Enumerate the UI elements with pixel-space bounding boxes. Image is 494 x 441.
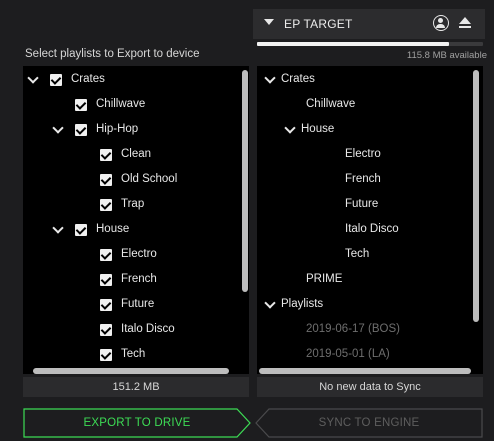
device-tree-label: French xyxy=(345,173,381,185)
playlist-checkbox[interactable] xyxy=(100,149,112,161)
library-tree-row[interactable]: House xyxy=(23,219,249,241)
device-tree-row[interactable]: Italo Disco xyxy=(257,219,483,241)
device-horizontal-scrollbar[interactable] xyxy=(259,368,471,374)
device-tree-row[interactable]: 2019-06-17 (BOS) xyxy=(257,319,483,341)
device-tree-row[interactable]: Chillwave xyxy=(257,94,483,116)
storage-usage-bar xyxy=(257,42,483,46)
library-tree-label: French xyxy=(121,273,157,285)
library-tree-row[interactable]: Crates xyxy=(23,69,249,91)
playlist-checkbox[interactable] xyxy=(100,249,112,261)
chevron-down-icon[interactable] xyxy=(28,74,38,84)
export-to-drive-button[interactable]: EXPORT TO DRIVE xyxy=(23,408,251,438)
device-tree-label: 2019-06-17 (BOS) xyxy=(306,323,400,335)
sync-button-label: SYNC TO ENGINE xyxy=(318,417,420,429)
library-tree-row[interactable]: Electro xyxy=(23,244,249,266)
device-tree-label: Chillwave xyxy=(306,98,356,110)
library-playlist-tree[interactable]: Crates Chillwave Hip-Hop Clean Old School Tra… xyxy=(23,66,249,374)
playlist-checkbox[interactable] xyxy=(75,224,87,236)
device-tree-label: Electro xyxy=(345,148,381,160)
playlist-checkbox[interactable] xyxy=(100,199,112,211)
export-button-label: EXPORT TO DRIVE xyxy=(83,417,191,429)
library-tree-label: Chillwave xyxy=(96,98,146,110)
device-tree-row[interactable]: 2019-05-01 (LA) xyxy=(257,344,483,366)
device-tree-row[interactable]: Crates xyxy=(257,69,483,91)
playlist-checkbox[interactable] xyxy=(75,124,87,136)
chevron-down-icon[interactable] xyxy=(53,224,63,234)
device-tree-label: PRIME xyxy=(306,273,343,285)
device-tree-row[interactable]: Future xyxy=(257,194,483,216)
device-tree-row[interactable]: House xyxy=(257,119,483,141)
library-tree-row[interactable]: Trap xyxy=(23,194,249,216)
chevron-down-icon[interactable] xyxy=(53,124,63,134)
device-tree-row[interactable]: French xyxy=(257,169,483,191)
eject-icon[interactable] xyxy=(459,17,471,29)
storage-available-label: 115.8 MB available xyxy=(406,50,487,61)
chevron-down-icon[interactable] xyxy=(285,124,295,134)
library-tree-label: Italo Disco xyxy=(121,323,175,335)
library-tree-label: Trap xyxy=(121,198,145,210)
device-tree-label: Future xyxy=(345,198,379,210)
export-size-label: 151.2 MB xyxy=(23,377,249,397)
library-tree-row[interactable]: Future xyxy=(23,294,249,316)
library-horizontal-scrollbar[interactable] xyxy=(33,368,229,374)
library-tree-label: Crates xyxy=(71,73,105,85)
playlist-checkbox[interactable] xyxy=(100,299,112,311)
device-tree-row[interactable]: Electro xyxy=(257,144,483,166)
device-playlist-tree[interactable]: Crates Chillwave House Electro French Future I… xyxy=(257,66,483,374)
chevron-down-icon[interactable] xyxy=(265,74,275,84)
device-tree-row[interactable]: Playlists xyxy=(257,294,483,316)
playlist-checkbox[interactable] xyxy=(100,274,112,286)
device-tree-row[interactable]: Tech xyxy=(257,244,483,266)
library-tree-row[interactable]: Clean xyxy=(23,144,249,166)
library-tree-row[interactable]: Chillwave xyxy=(23,94,249,116)
library-vertical-scrollbar[interactable] xyxy=(242,70,248,292)
library-tree-label: Old School xyxy=(121,173,178,185)
device-tree-row[interactable]: PRIME xyxy=(257,269,483,291)
device-tree-label: Playlists xyxy=(281,298,324,310)
playlist-checkbox[interactable] xyxy=(100,349,112,361)
playlist-checkbox[interactable] xyxy=(75,99,87,111)
library-tree-label: Future xyxy=(121,298,155,310)
playlist-checkbox[interactable] xyxy=(100,324,112,336)
device-tree-label: House xyxy=(301,123,335,135)
chevron-down-icon[interactable] xyxy=(265,299,275,309)
library-tree-row[interactable]: Tech xyxy=(23,344,249,366)
device-tree-label: Crates xyxy=(281,73,315,85)
playlist-checkbox[interactable] xyxy=(50,74,62,86)
library-tree-label: Hip-Hop xyxy=(96,123,139,135)
library-tree-label: House xyxy=(96,223,130,235)
device-vertical-scrollbar[interactable] xyxy=(473,70,479,322)
profile-icon[interactable] xyxy=(433,15,449,31)
device-tree-label: Italo Disco xyxy=(345,223,399,235)
storage-usage-fill xyxy=(257,42,450,46)
library-tree-row[interactable]: Hip-Hop xyxy=(23,119,249,141)
device-name[interactable]: EP TARGET xyxy=(284,17,353,31)
export-panel-title: Select playlists to Export to device xyxy=(25,48,200,60)
device-dropdown-caret-icon[interactable] xyxy=(264,19,274,25)
library-tree-label: Tech xyxy=(121,348,146,360)
sync-status-label: No new data to Sync xyxy=(257,377,483,397)
library-tree-label: Electro xyxy=(121,248,157,260)
library-tree-row[interactable]: Old School xyxy=(23,169,249,191)
device-tree-label: Tech xyxy=(345,248,370,260)
sync-to-engine-button[interactable]: SYNC TO ENGINE xyxy=(255,408,483,438)
library-tree-row[interactable]: French xyxy=(23,269,249,291)
playlist-checkbox[interactable] xyxy=(100,174,112,186)
library-tree-row[interactable]: Italo Disco xyxy=(23,319,249,341)
device-header[interactable]: EP TARGET xyxy=(253,9,485,39)
library-tree-label: Clean xyxy=(121,148,152,160)
device-tree-label: 2019-05-01 (LA) xyxy=(306,348,390,360)
